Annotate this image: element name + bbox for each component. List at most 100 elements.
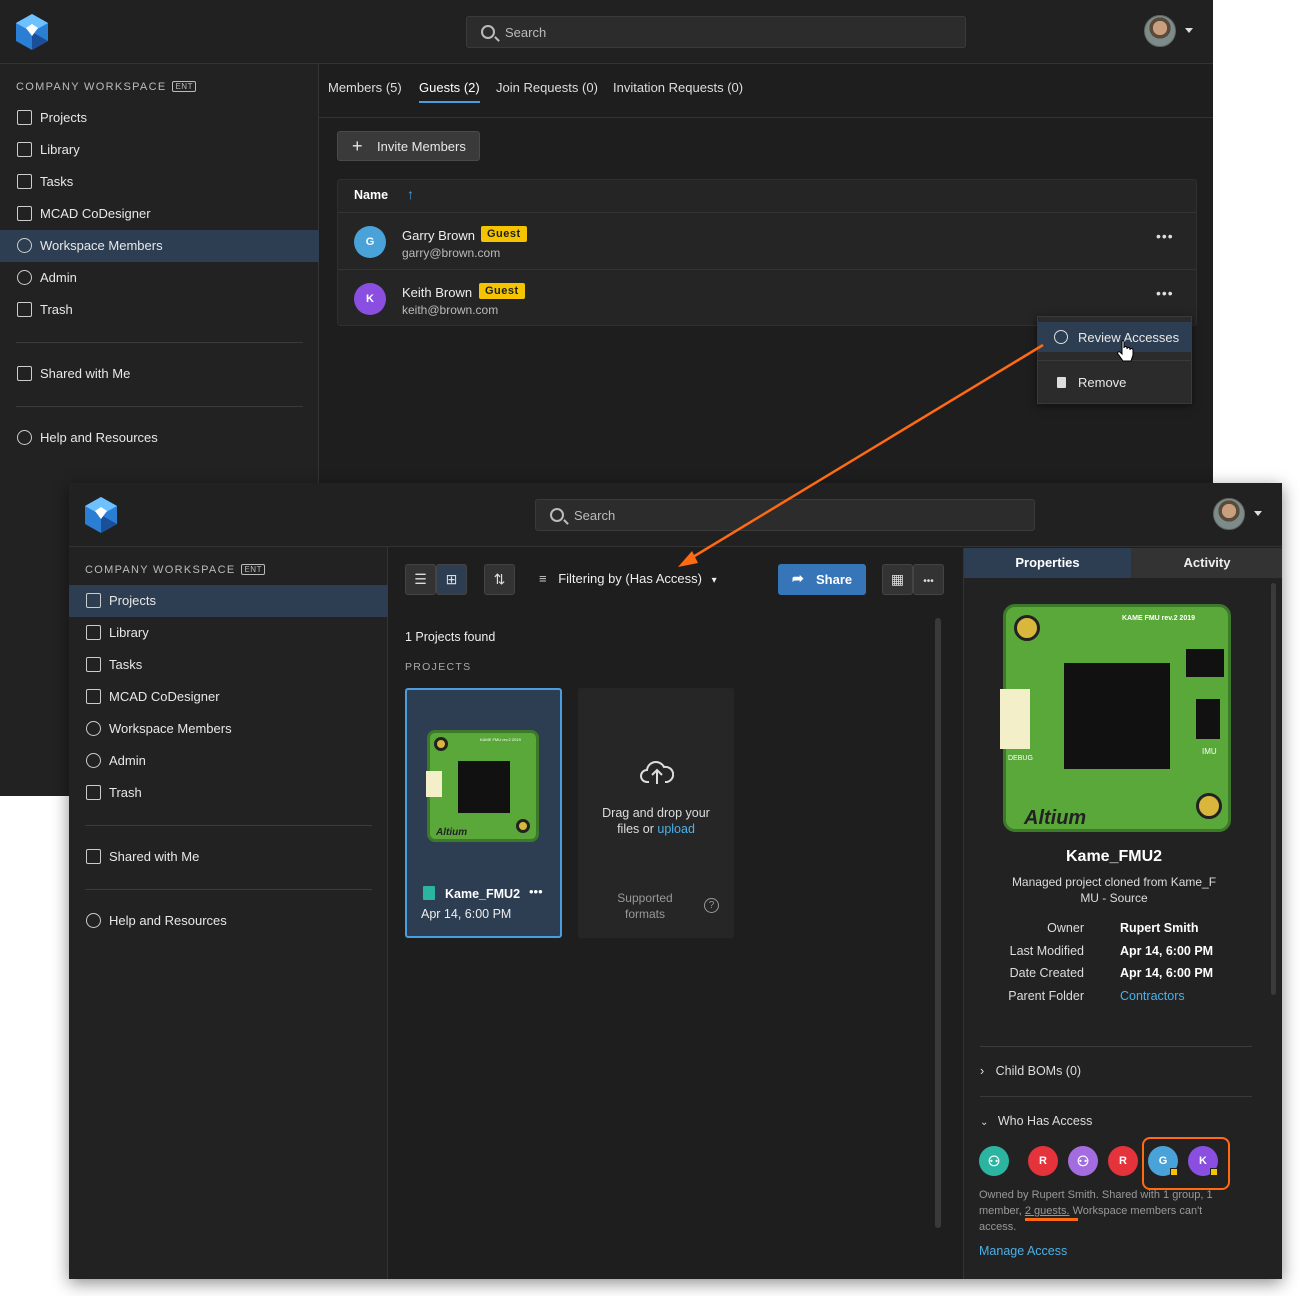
- sidebar-item-help[interactable]: Help and Resources: [69, 905, 388, 937]
- mount-hole: [1014, 615, 1040, 641]
- grid-view-button[interactable]: ⊞: [436, 564, 467, 595]
- members-icon: [17, 238, 32, 253]
- user-avatar[interactable]: [1213, 498, 1245, 530]
- sidebar-item-mcad[interactable]: MCAD CoDesigner: [69, 681, 388, 713]
- tasks-icon: [17, 174, 32, 189]
- sidebar-item-admin[interactable]: Admin: [0, 262, 319, 294]
- description-line: MU - Source: [1080, 891, 1148, 905]
- guest-context-menu: Review Accesses Remove: [1037, 316, 1192, 404]
- menu-item-remove[interactable]: Remove: [1038, 367, 1191, 397]
- sidebar-item-mcad[interactable]: MCAD CoDesigner: [0, 198, 319, 230]
- share-button[interactable]: ➦ Share: [778, 564, 866, 595]
- scrollbar[interactable]: [1271, 583, 1276, 995]
- sort-button[interactable]: ⇅: [484, 564, 515, 595]
- mount-hole: [1196, 793, 1222, 819]
- more-options-icon[interactable]: •••: [529, 884, 543, 899]
- board-brand: Altium: [1024, 807, 1087, 829]
- sidebar-item-workspace-members[interactable]: Workspace Members: [69, 713, 388, 745]
- sort-ascending-icon[interactable]: ↑: [407, 186, 414, 202]
- chevron-down-icon[interactable]: [1185, 28, 1193, 33]
- search-input[interactable]: [505, 17, 905, 47]
- upload-link[interactable]: upload: [657, 822, 695, 836]
- tab-guests[interactable]: Guests (2): [419, 80, 480, 95]
- sidebar-item-projects[interactable]: Projects: [0, 102, 319, 134]
- search-bar[interactable]: [466, 16, 966, 48]
- chevron-down-icon: ⌄: [980, 1117, 989, 1128]
- project-card[interactable]: Altium KAME FMU rev.2 2019 Kame_FMU2 •••…: [405, 688, 562, 938]
- manage-access-link[interactable]: Manage Access: [979, 1244, 1067, 1258]
- search-icon: [481, 25, 495, 39]
- board-label: KAME FMU rev.2 2019: [1122, 615, 1196, 622]
- project-name[interactable]: Kame_FMU2: [445, 887, 520, 901]
- help-icon: [86, 913, 101, 928]
- guests-link[interactable]: 2 guests.: [1025, 1205, 1070, 1217]
- grid-icon: ⊞: [445, 571, 458, 587]
- tab-members[interactable]: Members (5): [328, 80, 402, 95]
- search-input[interactable]: [574, 500, 974, 530]
- divider: [338, 269, 1196, 270]
- invite-members-button[interactable]: + Invite Members: [337, 131, 480, 161]
- parent-folder-link[interactable]: Contractors: [1120, 989, 1185, 1003]
- sidebar-item-library[interactable]: Library: [69, 617, 388, 649]
- last-modified-label: Last Modified: [1009, 944, 1084, 958]
- sidebar-item-library[interactable]: Library: [0, 134, 319, 166]
- summary-line: Owned by Rupert Smith. Shared with 1 gro…: [979, 1189, 1213, 1201]
- chevron-down-icon: ▾: [711, 575, 717, 586]
- sidebar-item-admin[interactable]: Admin: [69, 745, 388, 777]
- sort-icon: ⇅: [493, 571, 506, 587]
- description-line: Managed project cloned from Kame_F: [1011, 875, 1217, 889]
- folder-icon: [17, 110, 32, 125]
- group-avatar[interactable]: ⚇: [979, 1146, 1009, 1176]
- tab-properties[interactable]: Properties: [964, 548, 1131, 578]
- workspace-title: COMPANY WORKSPACE ENT: [85, 564, 265, 576]
- app-logo-icon[interactable]: [16, 14, 48, 50]
- mcad-icon: [86, 689, 101, 704]
- chevron-down-icon[interactable]: [1254, 511, 1262, 516]
- sidebar-item-projects[interactable]: Projects: [69, 585, 388, 617]
- owner-value: Rupert Smith: [1120, 921, 1199, 935]
- user-avatar[interactable]: R: [1028, 1146, 1058, 1176]
- sidebar-item-shared[interactable]: Shared with Me: [0, 358, 319, 390]
- sidebar-item-tasks[interactable]: Tasks: [69, 649, 388, 681]
- workspace-title: COMPANY WORKSPACE ENT: [16, 81, 196, 93]
- group-avatar[interactable]: ⚇: [1068, 1146, 1098, 1176]
- child-boms-toggle[interactable]: › Child BOMs (0): [980, 1064, 1081, 1078]
- list-view-button[interactable]: ☰: [405, 564, 436, 595]
- more-options-icon: •••: [923, 576, 934, 587]
- sidebar-item-trash[interactable]: Trash: [69, 777, 388, 809]
- library-icon: [17, 142, 32, 157]
- upload-text: Drag and drop your: [602, 806, 710, 820]
- trash-icon: [86, 785, 101, 800]
- name-column-header[interactable]: Name: [354, 188, 388, 202]
- chip: [1064, 663, 1170, 769]
- sidebar-item-trash[interactable]: Trash: [0, 294, 319, 326]
- active-tab-indicator: [419, 101, 480, 103]
- more-options-icon[interactable]: •••: [1156, 285, 1174, 301]
- filter-dropdown[interactable]: ≡ Filtering by (Has Access) ▾: [539, 571, 717, 586]
- sidebar-item-workspace-members[interactable]: Workspace Members: [0, 230, 319, 262]
- chip: [458, 761, 510, 813]
- more-options-icon[interactable]: •••: [1156, 228, 1174, 244]
- tab-activity[interactable]: Activity: [1131, 548, 1282, 578]
- tab-join-requests[interactable]: Join Requests (0): [496, 80, 598, 95]
- app-logo-icon[interactable]: [85, 497, 117, 533]
- divider: [16, 342, 303, 343]
- sidebar-item-help[interactable]: Help and Resources: [0, 422, 319, 454]
- user-avatar[interactable]: [1144, 15, 1176, 47]
- tab-invitation-requests[interactable]: Invitation Requests (0): [613, 80, 743, 95]
- user-avatar[interactable]: R: [1108, 1146, 1138, 1176]
- layout-toggle-button[interactable]: ▦: [882, 564, 913, 595]
- menu-item-review-accesses[interactable]: Review Accesses: [1038, 322, 1191, 352]
- scrollbar[interactable]: [935, 618, 941, 1228]
- help-icon[interactable]: ?: [704, 898, 719, 913]
- who-has-access-toggle[interactable]: ⌄ Who Has Access: [980, 1114, 1092, 1128]
- more-options-button[interactable]: •••: [913, 564, 944, 595]
- upload-dropzone[interactable]: Drag and drop your files or upload Suppo…: [578, 688, 734, 938]
- sidebar-item-shared[interactable]: Shared with Me: [69, 841, 388, 873]
- sidebar-item-tasks[interactable]: Tasks: [0, 166, 319, 198]
- guest-avatar: G: [354, 226, 386, 258]
- guest-email: garry@brown.com: [402, 246, 501, 260]
- search-icon: [550, 508, 564, 522]
- member-tabs: Members (5) Guests (2) Join Requests (0)…: [319, 64, 1213, 118]
- search-bar[interactable]: [535, 499, 1035, 531]
